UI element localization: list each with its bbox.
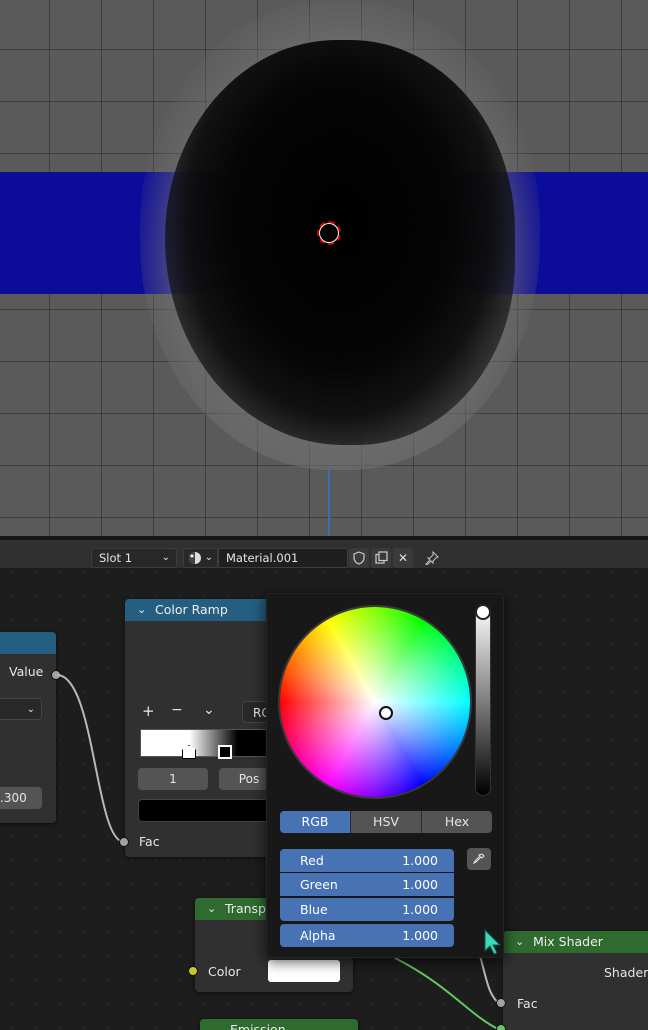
chevron-down-icon[interactable]: ⌄	[212, 1019, 221, 1030]
3d-viewport[interactable]	[0, 0, 648, 536]
mix-shader-node[interactable]: ⌄ Mix Shader Shader Fac	[503, 931, 648, 1030]
fac-input-label: Fac	[139, 834, 160, 849]
tab-rgb[interactable]: RGB	[280, 811, 351, 833]
color-input-label: Color	[208, 964, 241, 979]
fac-input-label: Fac	[517, 996, 538, 1011]
hue-saturation-wheel[interactable]	[280, 607, 470, 797]
add-stop-button[interactable]: +	[142, 702, 155, 720]
red-value: 1.000	[402, 853, 438, 868]
color-picker-popup[interactable]: RGB HSV Hex Red 1.000 Green 1.000 Blue 1…	[266, 593, 504, 958]
transparent-title: Transp	[225, 901, 266, 916]
chevron-down-icon[interactable]: ⌄	[207, 898, 216, 920]
color-swatch[interactable]	[268, 960, 340, 982]
wheel-cursor[interactable]	[379, 706, 393, 720]
blue-field[interactable]: Blue 1.000	[280, 898, 454, 921]
blue-value: 1.000	[402, 902, 438, 917]
red-label: Red	[300, 853, 324, 868]
fac-input-socket[interactable]	[119, 837, 129, 847]
chevron-down-icon[interactable]: ⌄	[515, 931, 524, 953]
remove-stop-button[interactable]: −	[171, 702, 183, 718]
eyedropper-icon[interactable]	[467, 848, 491, 870]
mix-shader-title: Mix Shader	[533, 934, 603, 949]
stop-index-field[interactable]: 1	[138, 768, 208, 790]
green-value: 1.000	[402, 877, 438, 892]
mouse-pointer-icon	[484, 929, 502, 955]
value-slider[interactable]	[475, 604, 491, 795]
color-ramp-node[interactable]: ⌄ Color Ramp + − ⌄ RG 1 Pos Fac	[125, 599, 282, 857]
emission-header: ⌄ Emission	[200, 1019, 358, 1030]
stop-color-swatch[interactable]	[138, 799, 278, 822]
green-field[interactable]: Green 1.000	[280, 873, 454, 896]
green-label: Green	[300, 877, 338, 892]
3d-cursor-icon[interactable]	[317, 221, 341, 245]
emission-title: Emission	[230, 1022, 286, 1030]
ramp-stop-black[interactable]	[218, 745, 232, 759]
tab-hsv[interactable]: HSV	[351, 811, 422, 833]
mix-shader-input-socket[interactable]	[496, 1024, 506, 1030]
color-ramp-gradient[interactable]	[140, 729, 280, 757]
mix-fac-input-socket[interactable]	[496, 998, 506, 1008]
emission-node[interactable]: ⌄ Emission	[200, 1019, 358, 1030]
z-axis-line	[328, 468, 330, 536]
alpha-value: 1.000	[402, 928, 438, 943]
value-slider-knob[interactable]	[475, 604, 491, 620]
shader-output-label: Shader	[604, 965, 648, 980]
tab-hex[interactable]: Hex	[422, 811, 492, 833]
blue-label: Blue	[300, 902, 328, 917]
smoke-volume	[165, 40, 515, 445]
color-mode-tabs: RGB HSV Hex	[280, 811, 492, 833]
mix-shader-header: ⌄ Mix Shader	[503, 931, 648, 953]
red-field[interactable]: Red 1.000	[280, 849, 454, 872]
color-ramp-title: Color Ramp	[155, 602, 228, 617]
color-input-socket[interactable]	[188, 966, 198, 976]
chevron-down-icon[interactable]: ⌄	[137, 599, 146, 621]
color-ramp-header: ⌄ Color Ramp	[125, 599, 275, 621]
alpha-label: Alpha	[300, 928, 336, 943]
ramp-menu-chevron-icon[interactable]: ⌄	[203, 702, 215, 718]
alpha-field[interactable]: Alpha 1.000	[280, 924, 454, 947]
